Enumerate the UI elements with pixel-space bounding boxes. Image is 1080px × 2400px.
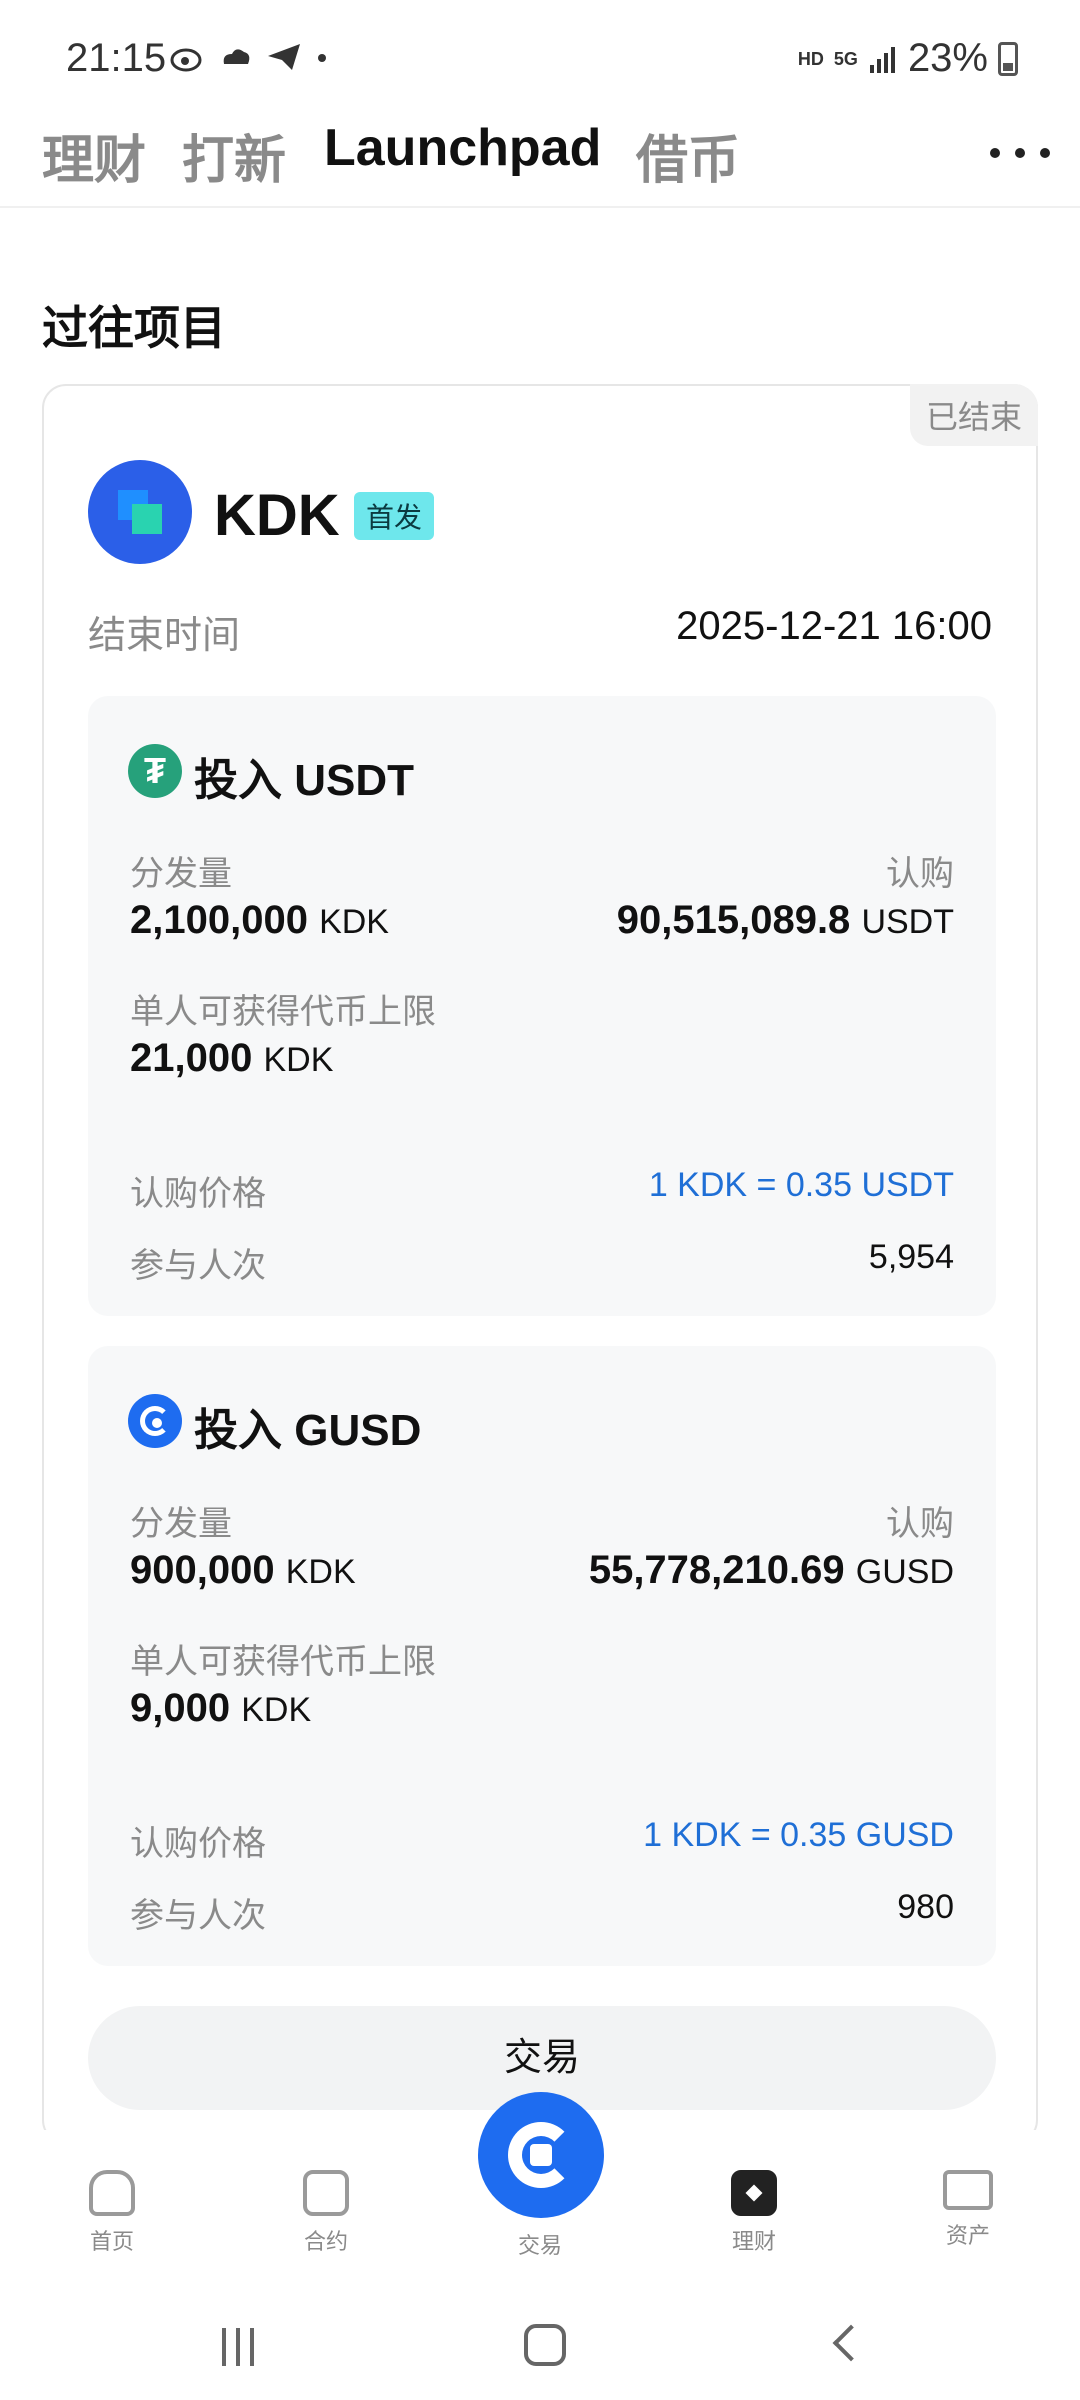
cap-label: 单人可获得代币上限 — [130, 993, 436, 1031]
status-right: HD 5G 23% — [798, 36, 1018, 81]
nav-home[interactable]: 首页 — [52, 2170, 172, 2256]
nav-label: 合约 — [303, 2229, 348, 2254]
weibo-icon — [170, 48, 202, 72]
price-label: 认购价格 — [130, 1825, 266, 1863]
distribution-label: 分发量 — [130, 1505, 232, 1543]
project-card: 已结束 KDK 首发 结束时间 2025-12-21 16:00 ₮ 投入 US… — [42, 384, 1038, 2144]
telegram-icon — [268, 44, 300, 70]
end-time-label: 结束时间 — [88, 615, 241, 657]
project-name: KDK — [214, 483, 340, 548]
nav-finance[interactable]: 理财 — [694, 2170, 814, 2256]
price-value: 1 KDK = 0.35 GUSD — [643, 1816, 954, 1854]
cloud-icon — [223, 49, 250, 64]
nav-label-trade: 交易 — [517, 2233, 562, 2258]
nav-label: 理财 — [731, 2229, 776, 2254]
section-title: 过往项目 — [42, 302, 226, 354]
nav-assets[interactable]: 资产 — [908, 2170, 1028, 2250]
tab-finance[interactable]: 理财 — [42, 118, 146, 193]
top-tab-bar: 理财 打新 Launchpad 借币 — [0, 112, 1080, 208]
more-menu-icon[interactable] — [990, 138, 1050, 168]
gusd-icon — [128, 1394, 182, 1448]
subscribed-value: 55,778,210.69 GUSD — [588, 1548, 954, 1592]
nav-futures[interactable]: 合约 — [266, 2170, 386, 2256]
tab-launchpad[interactable]: Launchpad — [324, 118, 601, 178]
tab-borrow[interactable]: 借币 — [636, 118, 740, 193]
project-logo-icon — [88, 460, 192, 564]
trade-center-button[interactable] — [478, 2092, 604, 2218]
pool-title: 投入 USDT — [194, 756, 414, 805]
chart-icon — [303, 2170, 349, 2216]
pool-title: 投入 GUSD — [194, 1406, 422, 1455]
tether-icon: ₮ — [128, 744, 182, 798]
distribution-value: 2,100,000 KDK — [130, 898, 389, 942]
price-label: 认购价格 — [130, 1175, 266, 1213]
end-time-value: 2025-12-21 16:00 — [676, 604, 992, 648]
participants-label: 参与人次 — [130, 1247, 266, 1285]
first-launch-badge: 首发 — [354, 492, 435, 540]
finance-icon — [731, 2170, 777, 2216]
cap-label: 单人可获得代币上限 — [130, 1643, 436, 1681]
subscribed-value: 90,515,089.8 USDT — [616, 898, 954, 942]
home-icon — [89, 2170, 135, 2216]
recent-apps-icon[interactable] — [222, 2328, 254, 2366]
participants-value: 980 — [897, 1888, 954, 1926]
notification-icons — [170, 42, 330, 72]
status-time: 21:15 — [66, 36, 167, 80]
signal-icon — [869, 46, 895, 73]
cap-value: 21,000 KDK — [130, 1036, 334, 1080]
participants-value: 5,954 — [868, 1238, 954, 1276]
tab-ipo[interactable]: 打新 — [182, 118, 286, 193]
participants-label: 参与人次 — [130, 1897, 266, 1935]
distribution-label: 分发量 — [130, 855, 232, 893]
nav-label: 首页 — [89, 2229, 134, 2254]
gusd-pool-panel: 投入 GUSD 分发量 认购 900,000 KDK 55,778,210.69… — [88, 1346, 996, 1966]
distribution-value: 900,000 KDK — [130, 1548, 356, 1592]
cap-value: 9,000 KDK — [130, 1686, 312, 1730]
status-badge: 已结束 — [909, 384, 1038, 446]
subscribed-label: 认购 — [886, 1505, 954, 1543]
wallet-icon — [943, 2170, 993, 2210]
system-nav-bar — [0, 2290, 1080, 2400]
subscribed-label: 认购 — [886, 855, 954, 893]
hd-indicator: HD — [797, 48, 824, 69]
nav-label: 资产 — [945, 2223, 990, 2248]
network-indicator: 5G — [833, 48, 858, 69]
status-bar: 21:15 HD 5G 23% — [0, 0, 1080, 100]
dot-icon — [318, 54, 326, 62]
battery-icon — [998, 41, 1018, 76]
usdt-pool-panel: ₮ 投入 USDT 分发量 认购 2,100,000 KDK 90,515,08… — [88, 696, 996, 1316]
price-value: 1 KDK = 0.35 USDT — [648, 1166, 954, 1204]
back-icon[interactable] — [832, 2324, 870, 2362]
battery-percent: 23% — [907, 36, 988, 80]
home-button-icon[interactable] — [524, 2324, 566, 2366]
